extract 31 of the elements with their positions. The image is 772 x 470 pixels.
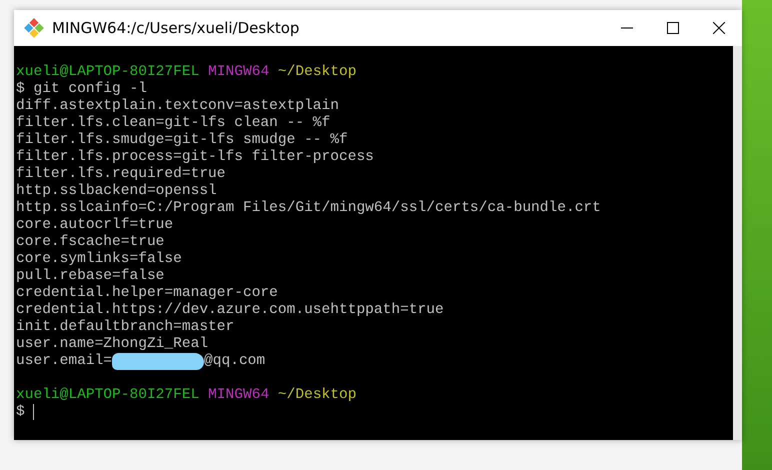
prompt-path: ~/Desktop xyxy=(278,64,356,80)
terminal-line: pull.rebase=false xyxy=(16,268,164,284)
app-logo-icon xyxy=(24,18,44,38)
terminal-line: diff.astextplain.textconv=astextplain xyxy=(16,98,339,114)
prompt-sign: $ xyxy=(16,404,25,420)
terminal-text: user.email= xyxy=(16,353,112,369)
terminal-line: filter.lfs.smudge=git-lfs smudge -- %f xyxy=(16,132,348,148)
prompt-system: MINGW64 xyxy=(208,387,270,403)
terminal-line: core.fscache=true xyxy=(16,234,164,250)
maximize-icon xyxy=(667,22,679,34)
prompt-path: ~/Desktop xyxy=(278,387,356,403)
text-cursor xyxy=(32,404,34,420)
terminal-line: init.defaultbranch=master xyxy=(16,319,234,335)
terminal-line: user.name=ZhongZi_Real xyxy=(16,336,208,352)
terminal-line: core.symlinks=false xyxy=(16,251,182,267)
terminal-line: filter.lfs.process=git-lfs filter-process xyxy=(16,149,374,165)
terminal-line: credential.https://dev.azure.com.usehttppath=true xyxy=(16,302,444,318)
close-icon xyxy=(713,22,725,34)
terminal-line: $ git config -l xyxy=(16,81,147,97)
prompt-system: MINGW64 xyxy=(208,64,270,80)
terminal-line: filter.lfs.clean=git-lfs clean -- %f xyxy=(16,115,330,131)
window-title: MINGW64:/c/Users/xueli/Desktop xyxy=(52,18,300,39)
terminal-line: http.sslbackend=openssl xyxy=(16,183,217,199)
terminal-line: http.sslcainfo=C:/Program Files/Git/mingw64/ssl/certs/ca-bundle.crt xyxy=(16,200,601,216)
prompt-user-host: xueli@LAPTOP-80I27FEL xyxy=(16,64,200,80)
prompt-user-host: xueli@LAPTOP-80I27FEL xyxy=(16,387,200,403)
terminal-line: filter.lfs.required=true xyxy=(16,166,226,182)
terminal-text: @qq.com xyxy=(204,353,266,369)
terminal-line: credential.helper=manager-core xyxy=(16,285,278,301)
terminal-line: core.autocrlf=true xyxy=(16,217,174,233)
scrollbar[interactable] xyxy=(733,46,742,440)
